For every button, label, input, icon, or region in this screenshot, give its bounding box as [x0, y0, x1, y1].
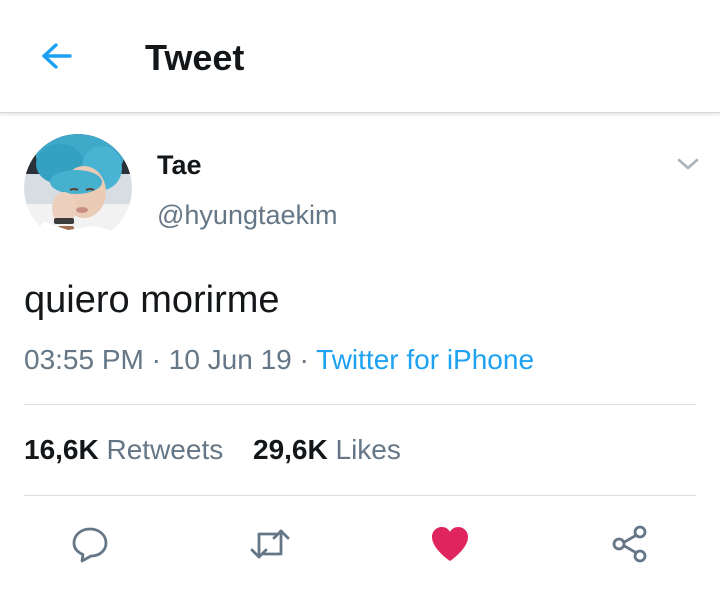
meta-separator: · — [299, 344, 309, 375]
retweets-stat[interactable]: 16,6K Retweets — [24, 432, 223, 468]
retweet-icon — [250, 529, 290, 559]
tweet-options-button[interactable] — [672, 150, 704, 178]
retweet-button[interactable] — [248, 522, 292, 566]
tweet-meta: 03:55 PM · 10 Jun 19 · Twitter for iPhon… — [24, 342, 534, 378]
arrow-left-icon — [42, 43, 72, 69]
share-icon — [612, 525, 647, 563]
avatar[interactable] — [24, 134, 132, 242]
retweets-count: 16,6K — [24, 434, 99, 465]
retweets-label: Retweets — [106, 434, 224, 465]
likes-count: 29,6K — [253, 434, 328, 465]
likes-label: Likes — [335, 434, 401, 465]
tweet-source-link[interactable]: Twitter for iPhone — [316, 344, 534, 375]
meta-separator: · — [151, 344, 161, 375]
divider — [24, 495, 696, 496]
heart-icon — [432, 527, 468, 561]
tweet-time: 03:55 PM — [24, 344, 144, 375]
chevron-down-icon — [677, 158, 699, 170]
reply-icon — [72, 527, 108, 563]
divider — [24, 404, 696, 405]
reply-button[interactable] — [68, 522, 112, 566]
author-handle[interactable]: @hyungtaekim — [157, 198, 338, 232]
profile-photo — [24, 134, 132, 242]
share-button[interactable] — [608, 522, 652, 566]
top-app-bar: Tweet — [0, 0, 720, 113]
tweet-text: quiero morirme — [24, 279, 280, 321]
author-name[interactable]: Tae — [157, 148, 202, 182]
tweet-date: 10 Jun 19 — [168, 344, 292, 375]
tweet-stats: 16,6K Retweets 29,6K Likes — [24, 432, 401, 468]
likes-stat[interactable]: 29,6K Likes — [253, 432, 401, 468]
like-button[interactable] — [428, 522, 472, 566]
page-title: Tweet — [145, 37, 245, 78]
back-button[interactable] — [34, 36, 78, 76]
